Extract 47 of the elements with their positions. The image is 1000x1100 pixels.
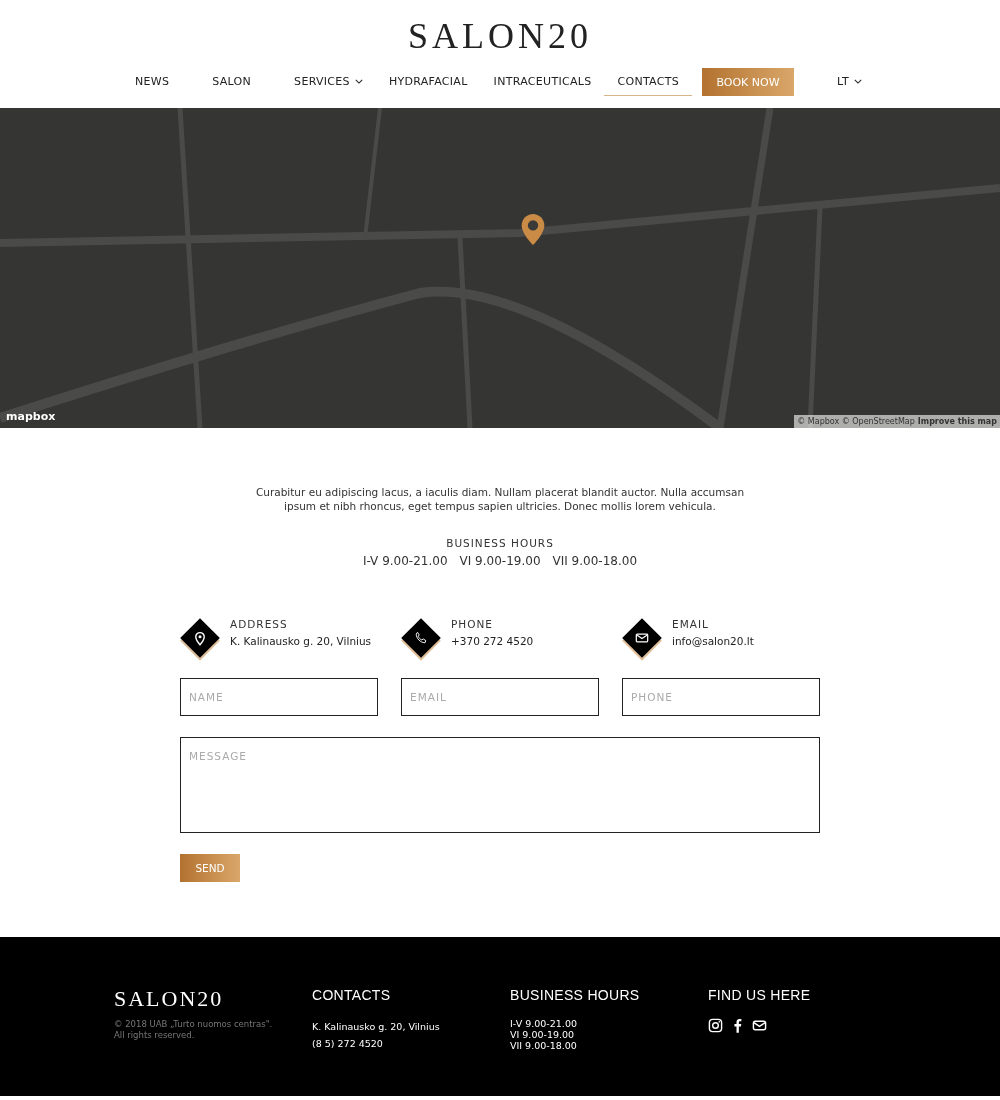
business-hours-title: BUSINESS HOURS [446,537,554,549]
footer-hours-text: I-V 9.00-21.00 [510,1018,578,1029]
nav-link[interactable]: SERVICES [281,68,376,96]
envelope-icon [635,631,649,645]
footer-hours-text: VI 9.00-19.00 [510,1029,576,1040]
nav-link[interactable]: INTRACEUTICALS [480,68,605,96]
improve-map-link[interactable]: Improve this map [917,417,997,426]
nav-link[interactable]: NEWS [125,68,200,96]
message-field[interactable]: MESSAGE [180,737,820,833]
input-field[interactable]: PHONE [622,678,820,716]
footer-heading: BUSINESS HOURS [510,987,641,1003]
business-hours-entry: VII 9.00-18.00 [552,554,638,568]
contact-label: ADDRESS [230,618,289,630]
contact-value: K. Kalinausko g. 20, Vilnius [230,635,372,647]
nav-link[interactable]: CONTACTS [604,68,693,96]
map-pin-icon[interactable] [520,213,546,246]
rights-text: All rights reserved. [114,1030,196,1041]
facebook-icon[interactable] [733,1018,742,1033]
business-hours-entry: I-V 9.00-21.00 [362,554,448,568]
contact-value: info@salon20.lt [672,635,754,647]
footer-heading: FIND US HERE [708,987,812,1003]
footer-hours-text: VII 9.00-18.00 [510,1040,578,1051]
contact-label: EMAIL [672,618,710,630]
phone-icon [414,631,428,645]
map-placeholder[interactable]: mapbox © Mapbox © OpenStreetMap Improve this map [0,108,1000,428]
instagram-icon[interactable] [708,1018,723,1033]
input-field[interactable]: NAME [180,678,378,716]
business-hours-entry: VI 9.00-19.00 [459,554,541,568]
caret-icon [853,79,862,84]
contact-label: PHONE [451,618,494,630]
contact-value: +370 272 4520 [451,635,534,647]
attribution-text: © Mapbox © OpenStreetMap [797,417,915,426]
language-selector[interactable]: LT [824,68,875,96]
caret-icon [354,79,363,84]
input-field[interactable]: EMAIL [401,678,599,716]
location-pin-icon [192,630,208,646]
nav-link[interactable]: SALON [199,68,282,96]
footer-heading: CONTACTS [312,987,392,1003]
footer-logo[interactable]: SALON20 [114,987,312,1011]
nav-link[interactable]: HYDRAFACIAL [375,68,481,96]
envelope-icon[interactable] [752,1018,767,1033]
logo[interactable]: SALON20 [408,16,592,56]
footer-contact-text: (8 5) 272 4520 [312,1037,384,1051]
copyright-text: © 2018 UAB „Turto nuomos centras". [114,1019,274,1030]
footer-contact-text: K. Kalinausko g. 20, Vilnius [312,1020,441,1034]
intro-text: Curabitur eu adipiscing lacus, a iaculis diam. Nullam placerat blandit auctor. Nulla accumsan ipsum et nibh rhoncus, eget tempus sapien ultricies. Donec mollis lorem vehicula. [254,485,746,513]
mapbox-logo[interactable]: mapbox [6,410,56,423]
